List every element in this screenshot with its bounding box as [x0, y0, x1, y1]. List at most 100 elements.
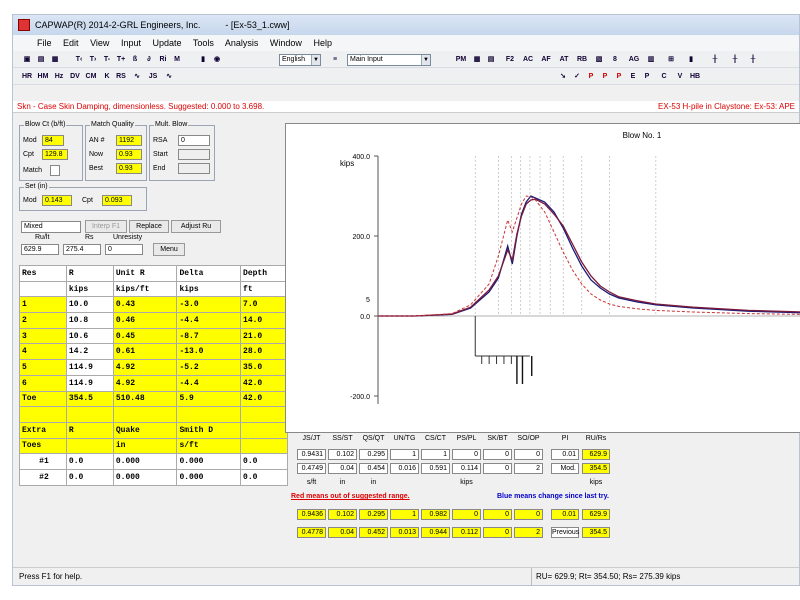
wave2-icon[interactable]: ∿ — [163, 71, 175, 83]
param-row3-0[interactable]: 0.9436 — [297, 509, 326, 520]
param-row1-4[interactable]: 1 — [421, 449, 450, 460]
adjust-ru-button[interactable]: Adjust Ru — [171, 220, 221, 233]
param-row1-2[interactable]: 0.295 — [359, 449, 388, 460]
hb-icon[interactable]: HB — [689, 71, 701, 83]
js-icon[interactable]: JS — [147, 71, 159, 83]
param-row2-8[interactable]: Mod. — [551, 463, 579, 474]
list-icon[interactable]: ≡ — [329, 54, 341, 66]
menu-window[interactable]: Window — [270, 38, 302, 48]
table-cell[interactable]: 4 — [19, 343, 67, 361]
print-icon[interactable]: ▤ — [35, 54, 47, 66]
mode-select[interactable]: Main Input ▼ — [347, 54, 431, 66]
param-row1-7[interactable]: 0 — [514, 449, 543, 460]
da-icon[interactable]: ∂ — [143, 54, 155, 66]
param-row3-6[interactable]: 0 — [483, 509, 512, 520]
t-plus-icon[interactable]: T+ — [115, 54, 127, 66]
ag-button[interactable]: AG — [627, 54, 641, 66]
param-row4-1[interactable]: 0.04 — [328, 527, 357, 538]
param-row1-8[interactable]: 0.01 — [551, 449, 579, 460]
menu-analysis[interactable]: Analysis — [225, 38, 259, 48]
rs-icon[interactable]: RS — [115, 71, 127, 83]
param-row4-6[interactable]: 0 — [483, 527, 512, 538]
table-cell[interactable]: s/ft — [176, 437, 242, 455]
table-cell[interactable]: Toes — [19, 437, 67, 455]
param-row4-2[interactable]: 0.452 — [359, 527, 388, 538]
table-cell[interactable]: 510.48 — [112, 390, 178, 408]
table-cell[interactable]: 6 — [19, 374, 67, 392]
param-row1-1[interactable]: 0.102 — [328, 449, 357, 460]
pr-icon[interactable]: P — [585, 71, 597, 83]
f2-button[interactable]: F2 — [503, 54, 517, 66]
sa-icon[interactable]: ß — [129, 54, 141, 66]
table-cell[interactable]: 5.9 — [176, 390, 242, 408]
table-cell[interactable]: -13.0 — [176, 343, 242, 361]
language-select[interactable]: English ▼ — [279, 54, 321, 66]
table-cell[interactable]: in — [112, 437, 178, 455]
rsa-select[interactable]: 0 — [178, 135, 210, 146]
table-cell[interactable]: 3 — [19, 327, 67, 345]
table-cell[interactable]: -4.4 — [176, 312, 242, 329]
table-cell[interactable] — [65, 406, 114, 423]
table-cell[interactable] — [176, 406, 242, 423]
cut-icon[interactable]: ▧ — [593, 54, 605, 66]
param-row4-0[interactable]: 0.4778 — [297, 527, 326, 538]
interp-button[interactable]: Interp F1 — [85, 220, 127, 233]
blow-cpt-field[interactable]: 129.8 — [42, 149, 68, 160]
pile-icon[interactable]: ⊞ — [665, 54, 677, 66]
wave-icon[interactable]: ∿ — [131, 71, 143, 83]
param-row3-8[interactable]: 0.01 — [551, 509, 579, 520]
param-row2-2[interactable]: 0.454 — [359, 463, 388, 474]
now-field[interactable]: 0.93 — [116, 149, 142, 160]
table-cell[interactable]: 14.0 — [240, 312, 288, 329]
param-row2-0[interactable]: 0.4749 — [297, 463, 326, 474]
table-cell[interactable]: -4.4 — [176, 374, 242, 392]
table-cell[interactable]: 0.45 — [112, 327, 178, 345]
t-c-icon[interactable]: T‹ — [73, 54, 85, 66]
param-row2-4[interactable]: 0.591 — [421, 463, 450, 474]
table-cell[interactable]: -5.2 — [176, 359, 242, 376]
param-row2-5[interactable]: 0.114 — [452, 463, 481, 474]
table-cell[interactable]: 35.0 — [240, 359, 288, 376]
param-row4-9[interactable]: 354.5 — [582, 527, 610, 538]
pm-button[interactable]: PM — [455, 54, 467, 66]
arrow-icon[interactable]: ➘ — [557, 71, 569, 83]
param-row4-3[interactable]: 0.013 — [390, 527, 419, 538]
table-cell[interactable]: Extra — [19, 421, 67, 439]
table-cell[interactable] — [112, 406, 178, 423]
param-row2-7[interactable]: 2 — [514, 463, 543, 474]
at-button[interactable]: AT — [557, 54, 571, 66]
c-button[interactable]: C — [657, 71, 671, 83]
menu-button[interactable]: Menu — [153, 243, 185, 256]
param-row2-9[interactable]: 354.5 — [582, 463, 610, 474]
menu-update[interactable]: Update — [152, 38, 181, 48]
param-row1-3[interactable]: 1 — [390, 449, 419, 460]
menu-view[interactable]: View — [90, 38, 109, 48]
k-icon[interactable]: K — [101, 71, 113, 83]
rb-button[interactable]: RB — [575, 54, 589, 66]
hr-icon[interactable]: HR — [21, 71, 33, 83]
table-cell[interactable]: 5 — [19, 359, 67, 376]
table-cell[interactable]: -3.0 — [176, 296, 242, 314]
param-row1-9[interactable]: 629.9 — [582, 449, 610, 460]
param-row4-5[interactable]: 0.112 — [452, 527, 481, 538]
dv-icon[interactable]: DV — [69, 71, 81, 83]
ru-field[interactable]: 629.9 — [21, 244, 59, 255]
menu-tools[interactable]: Tools — [193, 38, 214, 48]
table-cell[interactable]: 0.43 — [112, 296, 178, 314]
check-icon[interactable]: ✓ — [571, 71, 583, 83]
menu-input[interactable]: Input — [121, 38, 141, 48]
table-cell[interactable]: Toe — [19, 390, 67, 408]
param-row1-0[interactable]: 0.9431 — [297, 449, 326, 460]
ex-icon[interactable]: E — [627, 71, 639, 83]
table-cell[interactable]: 0.61 — [112, 343, 178, 361]
param-row2-6[interactable]: 0 — [483, 463, 512, 474]
hz-icon[interactable]: Hz — [53, 71, 65, 83]
open-icon[interactable]: ▣ — [21, 54, 33, 66]
menu-file[interactable]: File — [37, 38, 52, 48]
table-cell[interactable]: 354.5 — [65, 390, 114, 408]
blow-mod-field[interactable]: 84 — [42, 135, 64, 146]
table-cell[interactable]: Smith D — [176, 421, 242, 439]
table-cell[interactable]: 0.46 — [112, 312, 178, 329]
best-field[interactable]: 0.93 — [116, 163, 142, 174]
param-row3-1[interactable]: 0.102 — [328, 509, 357, 520]
